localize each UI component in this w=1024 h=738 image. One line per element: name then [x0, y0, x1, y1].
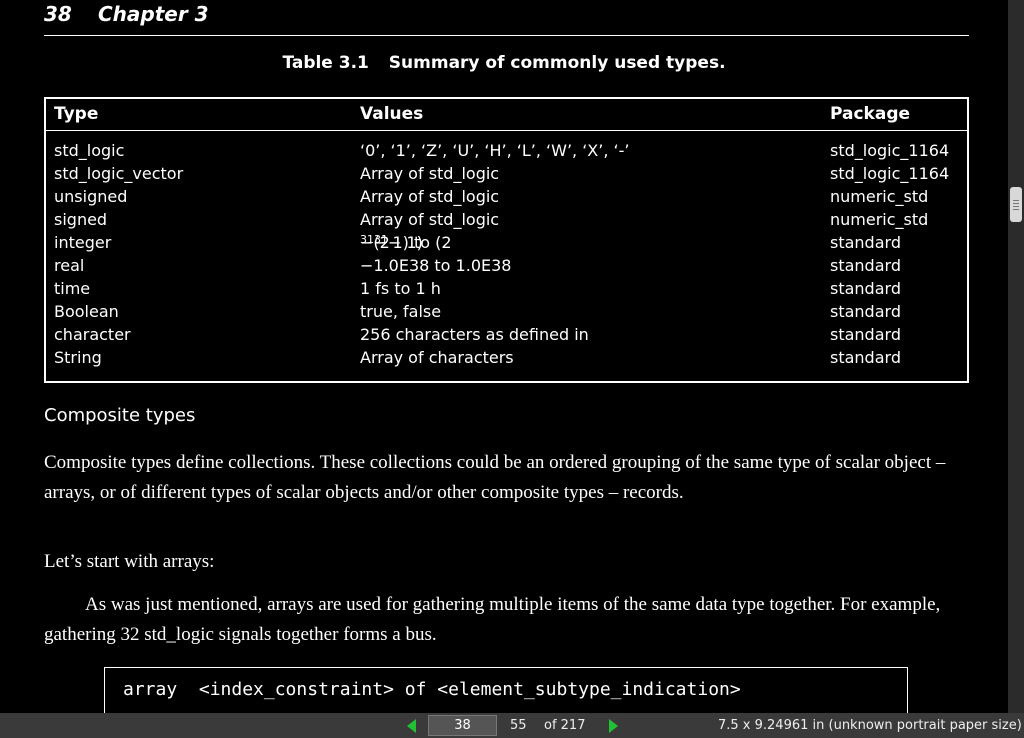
cell-values-integer: −(2 31 − 1) to (2 31 − 1) [360, 233, 452, 253]
cell-type: std_logic [54, 141, 125, 160]
cell-values: Array of std_logic [360, 210, 500, 229]
chapter-title: Chapter 3 [98, 2, 209, 26]
cell-type: signed [54, 210, 108, 229]
table-row: real −1.0E38 to 1.0E38 standard [46, 256, 967, 279]
cell-type: String [54, 348, 102, 367]
cell-values: Array of std_logic [360, 187, 500, 206]
next-page-arrow-icon[interactable] [609, 719, 618, 733]
cell-type: real [54, 256, 85, 275]
cell-package: numeric_std [830, 187, 929, 206]
cell-package: numeric_std [830, 210, 929, 229]
cell-values: Array of std_logic [360, 164, 500, 183]
code-text: array <index_constraint> of <element_sub… [123, 679, 741, 700]
cell-package: standard [830, 348, 901, 367]
running-head: 38 Chapter 3 [44, 2, 969, 36]
column-header-package: Package [830, 104, 911, 124]
cell-package: standard [830, 279, 901, 298]
table-row: unsigned Array of std_logic numeric_std [46, 187, 967, 210]
document-page: 38 Chapter 3 Table 3.1 Summary of common… [0, 0, 1008, 713]
cell-values: ‘0’, ‘1’, ‘Z’, ‘U’, ‘H’, ‘L’, ‘W’, ‘X’, … [360, 141, 630, 160]
cell-values: −1.0E38 to 1.0E38 [360, 256, 512, 275]
page-number: 38 [44, 2, 72, 26]
page-number-input[interactable] [428, 715, 497, 736]
cell-values: 256 characters as defined in [360, 325, 589, 344]
cell-type: unsigned [54, 187, 128, 206]
table-row: integer −(2 31 − 1) to (2 31 − 1) standard [46, 233, 967, 256]
cell-type: integer [54, 233, 112, 252]
cell-values: 1 fs to 1 h [360, 279, 441, 298]
cell-values: true, false [360, 302, 442, 321]
table-header: Type Values Package [46, 99, 967, 131]
code-block: array <index_constraint> of <element_sub… [104, 667, 908, 713]
cell-type: time [54, 279, 91, 298]
integer-range-end: − 1) [388, 233, 423, 252]
table-row: signed Array of std_logic numeric_std [46, 210, 967, 233]
paragraph: Composite types define collections. Thes… [44, 452, 946, 503]
cell-type: Boolean [54, 302, 119, 321]
paragraph: As was just mentioned, arrays are used f… [44, 594, 941, 645]
table-row: String Array of characters standard [46, 348, 967, 371]
cell-type: character [54, 325, 131, 344]
paragraph: Let’s start with arrays: [44, 551, 215, 572]
table-row: std_logic_vector Array of std_logic std_… [46, 164, 967, 187]
cell-package: standard [830, 325, 901, 344]
column-header-values: Values [360, 104, 424, 124]
section-heading: Composite types [44, 405, 196, 426]
table-row: Boolean true, false standard [46, 302, 967, 325]
cell-package: standard [830, 256, 901, 275]
current-page-label: 55 [510, 718, 527, 733]
column-header-type: Type [54, 104, 99, 124]
total-pages-label: of 217 [544, 718, 586, 733]
vertical-scrollbar[interactable] [1008, 0, 1024, 713]
cell-type: std_logic_vector [54, 164, 184, 183]
table-row: std_logic ‘0’, ‘1’, ‘Z’, ‘U’, ‘H’, ‘L’, … [46, 141, 967, 164]
table-body: std_logic ‘0’, ‘1’, ‘Z’, ‘U’, ‘H’, ‘L’, … [46, 131, 967, 371]
cell-package: std_logic_1164 [830, 164, 950, 183]
table-caption: Table 3.1 Summary of commonly used types… [0, 53, 1008, 73]
table-caption-text: Summary of commonly used types. [388, 53, 726, 73]
status-bar: 55 of 217 7.5 x 9.24961 in (unknown port… [0, 713, 1024, 738]
paper-size-label: 7.5 x 9.24961 in (unknown portrait paper… [718, 718, 1022, 733]
cell-package: standard [830, 233, 901, 252]
table-row: character 256 characters as defined in s… [46, 325, 967, 348]
scrollbar-thumb[interactable] [1010, 187, 1022, 222]
types-table: Type Values Package std_logic ‘0’, ‘1’, … [44, 97, 969, 383]
table-row: time 1 fs to 1 h standard [46, 279, 967, 302]
table-label: Table 3.1 [282, 53, 369, 73]
cell-package: standard [830, 302, 901, 321]
previous-page-arrow-icon[interactable] [407, 719, 416, 733]
cell-values: Array of characters [360, 348, 514, 367]
cell-package: std_logic_1164 [830, 141, 950, 160]
